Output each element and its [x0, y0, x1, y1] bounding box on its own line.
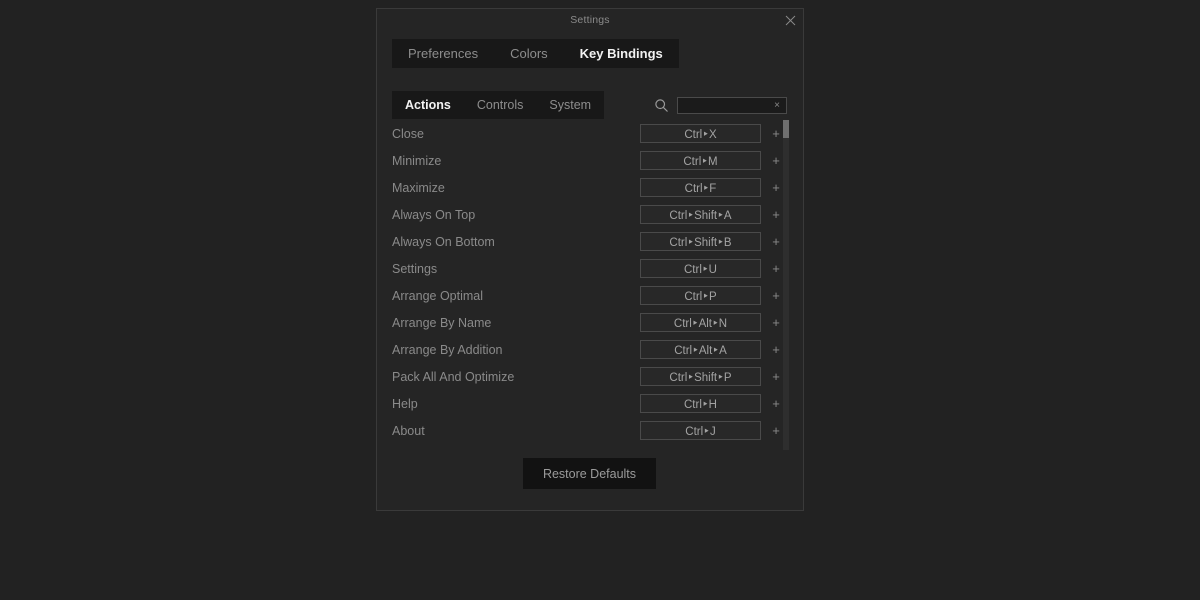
action-label: Arrange By Addition	[392, 343, 503, 357]
key-chip[interactable]: Ctrl‣P	[640, 286, 761, 305]
action-label: Arrange Optimal	[392, 289, 483, 303]
table-row[interactable]: Arrange By Name Ctrl‣Alt‣N +	[392, 309, 789, 336]
key-chip[interactable]: Ctrl‣J	[640, 421, 761, 440]
add-binding-button[interactable]: +	[769, 153, 783, 168]
table-row[interactable]: Arrange By Addition Ctrl‣Alt‣A +	[392, 336, 789, 363]
table-row[interactable]: Always On Top Ctrl‣Shift‣A +	[392, 201, 789, 228]
action-label: Maximize	[392, 181, 445, 195]
close-icon[interactable]	[781, 11, 799, 29]
key-chip[interactable]: Ctrl‣Shift‣A	[640, 205, 761, 224]
search-input[interactable]	[678, 98, 778, 113]
table-row[interactable]: Pack All And Optimize Ctrl‣Shift‣P +	[392, 363, 789, 390]
subtab-actions[interactable]: Actions	[392, 91, 464, 119]
subtab-controls[interactable]: Controls	[464, 91, 537, 119]
restore-defaults-button[interactable]: Restore Defaults	[523, 458, 656, 489]
tab-colors[interactable]: Colors	[494, 39, 564, 68]
add-binding-button[interactable]: +	[769, 261, 783, 276]
action-label: Close	[392, 127, 424, 141]
add-binding-button[interactable]: +	[769, 126, 783, 141]
action-label: Arrange By Name	[392, 316, 491, 330]
action-label: About	[392, 424, 425, 438]
key-chip[interactable]: Ctrl‣Alt‣A	[640, 340, 761, 359]
search-bar: ×	[651, 91, 791, 119]
table-row[interactable]: Maximize Ctrl‣F +	[392, 174, 789, 201]
list-scrollbar[interactable]	[783, 120, 789, 450]
subtab-system[interactable]: System	[536, 91, 604, 119]
key-chip[interactable]: Ctrl‣Alt‣N	[640, 313, 761, 332]
add-binding-button[interactable]: +	[769, 234, 783, 249]
key-chip[interactable]: Ctrl‣Shift‣B	[640, 232, 761, 251]
table-row[interactable]: Always On Bottom Ctrl‣Shift‣B +	[392, 228, 789, 255]
search-icon	[651, 95, 671, 115]
action-label: Always On Bottom	[392, 235, 495, 249]
table-row[interactable]: Arrange Optimal Ctrl‣P +	[392, 282, 789, 309]
action-label: Minimize	[392, 154, 441, 168]
window-titlebar: Settings	[377, 9, 803, 31]
add-binding-button[interactable]: +	[769, 423, 783, 438]
key-chip[interactable]: Ctrl‣X	[640, 124, 761, 143]
add-binding-button[interactable]: +	[769, 180, 783, 195]
scrollbar-thumb[interactable]	[783, 120, 789, 138]
action-label: Help	[392, 397, 418, 411]
table-row[interactable]: About Ctrl‣J +	[392, 417, 789, 444]
table-row[interactable]: Minimize Ctrl‣M +	[392, 147, 789, 174]
key-chip[interactable]: Ctrl‣F	[640, 178, 761, 197]
screen: Settings Preferences Colors Key Bindings…	[0, 0, 1200, 600]
key-bindings-list[interactable]: Close Ctrl‣X + Minimize Ctrl‣M + Maximiz…	[392, 120, 789, 450]
table-row[interactable]: Settings Ctrl‣U +	[392, 255, 789, 282]
search-field[interactable]: ×	[677, 97, 787, 114]
add-binding-button[interactable]: +	[769, 396, 783, 411]
key-chip[interactable]: Ctrl‣H	[640, 394, 761, 413]
action-label: Settings	[392, 262, 437, 276]
key-chip[interactable]: Ctrl‣U	[640, 259, 761, 278]
add-binding-button[interactable]: +	[769, 288, 783, 303]
table-row[interactable]: Close Ctrl‣X +	[392, 120, 789, 147]
add-binding-button[interactable]: +	[769, 207, 783, 222]
add-binding-button[interactable]: +	[769, 342, 783, 357]
tab-key-bindings[interactable]: Key Bindings	[564, 39, 679, 68]
add-binding-button[interactable]: +	[769, 369, 783, 384]
action-label: Pack All And Optimize	[392, 370, 514, 384]
sub-tab-bar: Actions Controls System	[392, 91, 604, 119]
settings-window: Settings Preferences Colors Key Bindings…	[376, 8, 804, 511]
key-chip[interactable]: Ctrl‣M	[640, 151, 761, 170]
tab-preferences[interactable]: Preferences	[392, 39, 494, 68]
add-binding-button[interactable]: +	[769, 315, 783, 330]
action-label: Always On Top	[392, 208, 475, 222]
clear-search-icon[interactable]: ×	[771, 99, 783, 112]
window-title: Settings	[570, 14, 610, 26]
key-chip[interactable]: Ctrl‣Shift‣P	[640, 367, 761, 386]
table-row[interactable]: Help Ctrl‣H +	[392, 390, 789, 417]
main-tab-bar: Preferences Colors Key Bindings	[392, 39, 679, 68]
